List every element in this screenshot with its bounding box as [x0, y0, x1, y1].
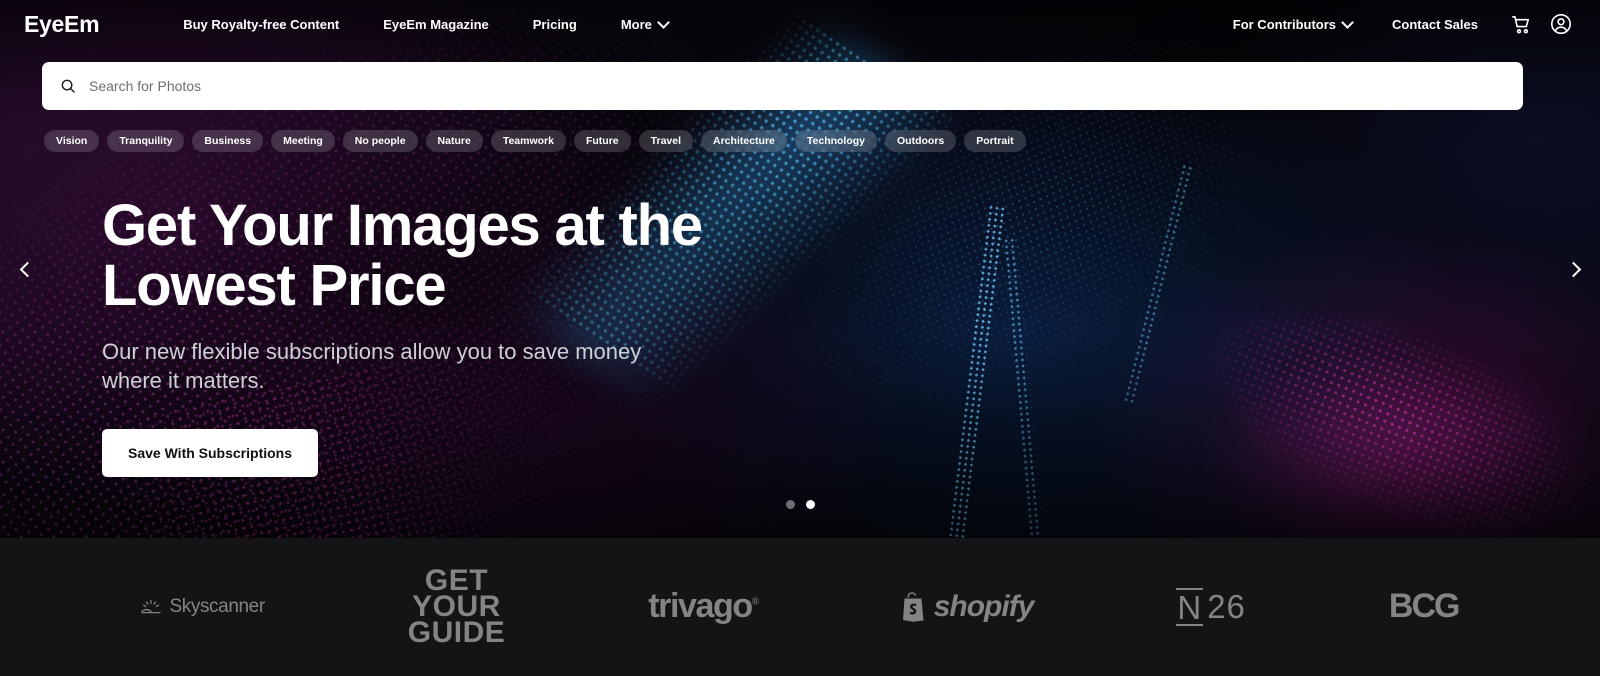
carousel-next-button[interactable]: [1558, 252, 1592, 286]
brand-logo-n26: N 26: [1176, 587, 1246, 626]
chip-teamwork[interactable]: Teamwork: [490, 130, 566, 152]
skyscanner-sun-icon: [141, 599, 162, 614]
chip-outdoors[interactable]: Outdoors: [885, 130, 957, 152]
nav-label: Contact Sales: [1392, 16, 1478, 32]
client-logo-bar: Skyscanner GET YOUR GUIDE trivago® shopi…: [0, 538, 1600, 676]
brand-logo-trivago: trivago®: [648, 587, 759, 626]
chip-portrait[interactable]: Portrait: [964, 130, 1026, 152]
gyg-line-3: GUIDE: [407, 615, 506, 649]
chip-vision[interactable]: Vision: [44, 130, 100, 152]
secondary-nav: For Contributors Contact Sales: [1213, 7, 1600, 41]
nav-label: Buy Royalty-free Content: [183, 16, 340, 32]
primary-nav: Buy Royalty-free Content EyeEm Magazine …: [161, 17, 690, 32]
bcg-wordmark: BCG: [1388, 587, 1461, 626]
chip-business[interactable]: Business: [192, 130, 264, 152]
carousel-prev-button[interactable]: [8, 252, 42, 286]
chip-architecture[interactable]: Architecture: [701, 130, 787, 152]
page-root: Get Your Images at the Lowest Price Our …: [0, 0, 1600, 676]
eyeem-logo[interactable]: EyeEm: [24, 11, 100, 38]
hero-title: Get Your Images at the Lowest Price: [102, 193, 703, 319]
n26-letter: N: [1176, 587, 1204, 626]
chip-meeting[interactable]: Meeting: [271, 130, 335, 152]
nav-item-contact-sales[interactable]: Contact Sales: [1372, 17, 1498, 32]
shopping-cart-icon: [1511, 15, 1529, 33]
shopify-bag-icon: [902, 592, 924, 622]
brand-logo-bcg: BCG: [1388, 587, 1461, 626]
chevron-down-icon: [1343, 18, 1352, 27]
nav-label: EyeEm Magazine: [383, 16, 489, 32]
carousel-dot-2[interactable]: [805, 500, 815, 509]
carousel-dots: [0, 500, 1600, 509]
site-header: EyeEm Buy Royalty-free Content EyeEm Mag…: [0, 0, 1600, 48]
chip-no-people[interactable]: No people: [342, 130, 418, 152]
nav-label: More: [620, 16, 652, 32]
user-account-icon: [1551, 14, 1571, 34]
trivago-registered-mark: ®: [751, 597, 759, 609]
nav-item-buy-royalty-free-content[interactable]: Buy Royalty-free Content: [161, 17, 361, 32]
nav-label: Pricing: [532, 16, 577, 32]
nav-label: For Contributors: [1232, 16, 1337, 32]
carousel-dot-1[interactable]: [785, 500, 795, 509]
category-chip-list: Vision Tranquility Business Meeting No p…: [44, 130, 1026, 152]
chip-technology[interactable]: Technology: [794, 130, 878, 152]
save-with-subscriptions-button[interactable]: Save With Subscriptions: [102, 428, 319, 477]
nav-item-pricing[interactable]: Pricing: [511, 17, 599, 32]
client-logo-list: Skyscanner GET YOUR GUIDE trivago® shopi…: [0, 566, 1600, 649]
brand-logo-shopify: shopify: [901, 590, 1034, 624]
chevron-left-icon: [19, 261, 35, 277]
trivago-wordmark: trivago: [648, 587, 753, 626]
nav-item-eyeem-magazine[interactable]: EyeEm Magazine: [361, 17, 511, 32]
brand-logo-skyscanner: Skyscanner: [141, 595, 265, 618]
brand-logo-getyourguide: GET YOUR GUIDE: [407, 566, 506, 649]
chevron-right-icon: [1565, 261, 1581, 277]
search-icon: [61, 79, 75, 93]
nav-item-more[interactable]: More: [599, 17, 690, 32]
shopify-wordmark: shopify: [933, 589, 1035, 623]
chip-tranquility[interactable]: Tranquility: [107, 130, 185, 152]
hero-content: Get Your Images at the Lowest Price Our …: [102, 193, 862, 477]
hero-subtitle: Our new flexible subscriptions allow you…: [102, 338, 642, 393]
search-input-container[interactable]: Search for Photos: [42, 62, 1523, 110]
cart-button[interactable]: [1504, 7, 1538, 41]
chip-future[interactable]: Future: [573, 130, 631, 152]
account-button[interactable]: [1544, 7, 1578, 41]
search-input[interactable]: Search for Photos: [89, 78, 201, 94]
n26-digits: 26: [1207, 587, 1246, 625]
chip-nature[interactable]: Nature: [425, 130, 483, 152]
search-bar: Search for Photos: [42, 62, 1523, 110]
nav-item-for-contributors[interactable]: For Contributors: [1213, 17, 1372, 32]
skyscanner-wordmark: Skyscanner: [169, 595, 265, 617]
chevron-down-icon: [659, 18, 668, 27]
chip-travel[interactable]: Travel: [638, 130, 694, 152]
